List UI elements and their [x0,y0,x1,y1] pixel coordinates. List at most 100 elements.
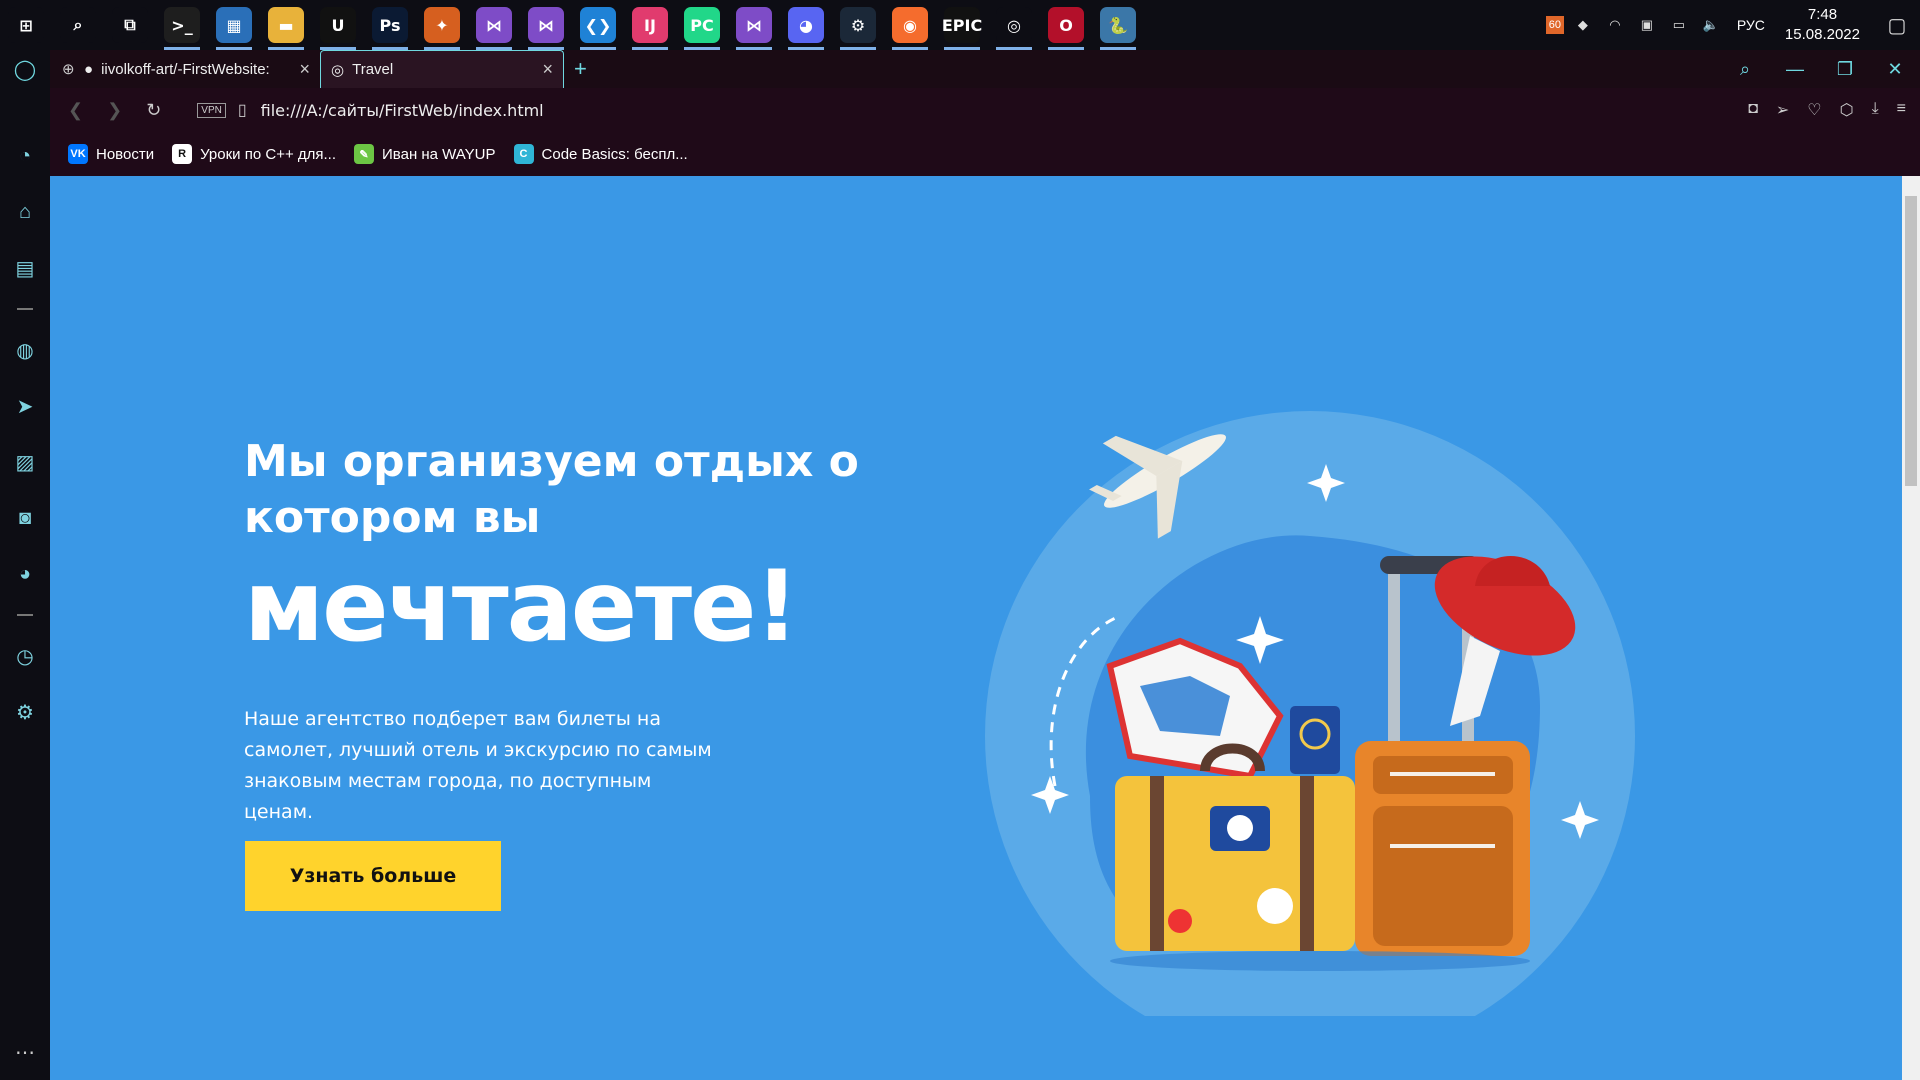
forward-icon[interactable]: ❯ [107,100,122,121]
monitor-icon[interactable]: ▣ [1634,15,1660,35]
more-icon[interactable]: ⋯ [0,1024,50,1080]
taskbar-app-unreal-engine[interactable]: U [312,0,364,50]
maximize-button[interactable]: ❐ [1820,59,1870,80]
visual-studio-icon: ⋈ [528,7,564,43]
ground-shadow [1110,951,1530,971]
taskbar-app-fl-studio[interactable]: ✦ [416,0,468,50]
taskbar-app-control-panel[interactable]: ▦ [208,0,260,50]
language-indicator[interactable]: РУС [1737,17,1765,33]
taskbar-app-discord[interactable]: ◕ [780,0,832,50]
history-icon[interactable]: ◷ [0,628,50,684]
vpn-badge[interactable]: VPN [197,102,226,118]
address-bar: ❮ ❯ ↻ VPN ▯ file:///A:/сайты/FirstWeb/in… [50,88,1920,132]
taskbar-app-origin[interactable]: ◉ [884,0,936,50]
taskbar-app-ubisoft[interactable]: ◎ [988,0,1040,50]
gx-corner-icon[interactable]: ⌂ [0,184,50,240]
clock[interactable]: 7:48 15.08.2022 [1785,5,1860,45]
taskbar: ⊞ ⌕ ⧉ >_ ▦ ▬ U Ps ✦ ⋈ ⋈ ❮❯ IJ PC ⋈ ◕ ⚙ ◉ EPIC ◎ O 🐍 60 ◆ ◠ ▣ … [0,0,1920,50]
bookmark-item[interactable]: ✎ Иван на WAYUP [354,144,496,164]
send-icon[interactable]: ➢ [1776,100,1789,120]
minimize-button[interactable]: — [1770,59,1820,80]
taskbar-app-vs-code[interactable]: ❮❯ [572,0,624,50]
instagram-icon[interactable]: ◙ [0,490,50,546]
messenger-icon[interactable]: ◍ [0,322,50,378]
scrollbar-thumb[interactable] [1905,196,1917,486]
tab-title: iivolkoff-art/-FirstWebsite: [101,60,270,78]
bookmark-label: Иван на WAYUP [382,145,496,163]
close-window-button[interactable]: ✕ [1870,59,1920,80]
notifications-icon[interactable]: ▢ [1877,15,1917,37]
taskbar-app-epic-games[interactable]: EPIC [936,0,988,50]
bookmark-item[interactable]: C Code Basics: беспл... [513,144,688,164]
volume-icon[interactable]: 🔈 [1698,15,1724,35]
settings-icon[interactable]: ⚙ [0,684,50,740]
taskbar-app-python[interactable]: 🐍 [1092,0,1144,50]
codebasics-icon: C [513,144,534,164]
taskbar-app-terminal[interactable]: >_ [156,0,208,50]
vs-code-icon: ❮❯ [580,7,616,43]
battery-badge-icon[interactable]: 60 [1545,16,1564,34]
vk-icon: VK [68,144,88,164]
bookmark-label: Уроки по C++ для... [200,145,337,163]
taskbar-app-pycharm[interactable]: PC [676,0,728,50]
visual-studio-2-icon: ⋈ [736,7,772,43]
passport-icon [1290,706,1340,774]
taskbar-app-visual-studio[interactable]: ⋈ [520,0,572,50]
bookmark-label: Новости [96,145,155,163]
hero-headline: Мы организуем отдых о котором вы [244,436,859,543]
taskbar-app-opera-gx[interactable]: O [1040,0,1092,50]
photoshop-icon: Ps [372,7,408,43]
bookmarks-bar: VK Новости R Уроки по C++ для... ✎ Иван на WA… [50,132,1920,176]
ubisoft-icon: ◎ [996,7,1032,43]
web-page: Мы организуем отдых о котором вы мечтает… [50,176,1902,1080]
globe-icon: ◎ [331,61,345,79]
tab-travel[interactable]: ◎ Travel × [320,50,564,88]
heart-icon[interactable]: ♡ [1807,100,1821,120]
new-tab-button[interactable]: + [564,50,597,88]
opera-gx-icon: O [1048,7,1084,43]
taskbar-app-visual-studio-2[interactable]: ⋈ [728,0,780,50]
snapshot-icon[interactable]: ◘ [1748,100,1758,120]
bookmark-item[interactable]: R Уроки по C++ для... [172,144,336,164]
tab-github[interactable]: ● iivolkoff-art/-FirstWebsite: × [74,50,320,88]
r-icon: R [172,144,193,164]
taskbar-app-photoshop[interactable]: Ps [364,0,416,50]
taskbar-app-task-view[interactable]: ⧉ [104,0,156,50]
close-icon[interactable]: × [542,59,553,80]
taskbar-app-visual-studio-installer[interactable]: ⋈ [468,0,520,50]
download-icon[interactable]: ⤓ [1872,100,1879,120]
url-field[interactable]: file:///A:/сайты/FirstWeb/index.html [261,101,544,120]
twitch-icon[interactable]: ▤ [0,240,50,296]
search-tabs-icon[interactable]: ⌕ [1720,59,1770,80]
nvidia-icon[interactable]: ◆ [1570,15,1596,35]
easy-setup-icon[interactable]: ≡ [1897,100,1906,120]
battery-icon[interactable]: ▭ [1666,15,1692,35]
intellij-icon: IJ [632,7,668,43]
opera-menu-icon[interactable]: ◯ [0,50,50,88]
taskbar-app-steam[interactable]: ⚙ [832,0,884,50]
sidebar-divider [17,614,33,616]
cube-icon[interactable]: ⬡ [1840,100,1854,120]
vk-icon[interactable]: ▨ [0,434,50,490]
taskbar-app-search[interactable]: ⌕ [52,0,104,50]
back-icon[interactable]: ❮ [68,100,83,121]
taskbar-app-intellij[interactable]: IJ [624,0,676,50]
close-icon[interactable]: × [299,59,310,80]
page-scrollbar[interactable] [1902,176,1920,1080]
wifi-icon[interactable]: ◠ [1602,15,1628,35]
gamepad-icon[interactable]: ⊕ [50,50,75,88]
learn-more-button[interactable]: Узнать больше [245,841,501,911]
tab-bar: ⊕ ● iivolkoff-art/-FirstWebsite: × ◎ Tra… [50,50,1920,88]
wayup-icon: ✎ [354,144,375,164]
telegram-icon[interactable]: ➤ [0,378,50,434]
discord-icon[interactable]: ◕ [0,546,50,602]
hero-description: Наше агентство подберет вам билеты на са… [244,708,712,823]
taskbar-app-file-explorer[interactable]: ▬ [260,0,312,50]
reload-icon[interactable]: ↻ [146,100,161,121]
tab-title: Travel [352,61,394,78]
github-icon: ● [84,60,94,78]
bookmark-item[interactable]: VK Новости [68,144,154,164]
taskbar-app-start[interactable]: ⊞ [0,0,52,50]
gx-control-icon[interactable]: ◔ [0,128,50,184]
window-controls: ⌕ — ❐ ✕ [1720,50,1920,88]
